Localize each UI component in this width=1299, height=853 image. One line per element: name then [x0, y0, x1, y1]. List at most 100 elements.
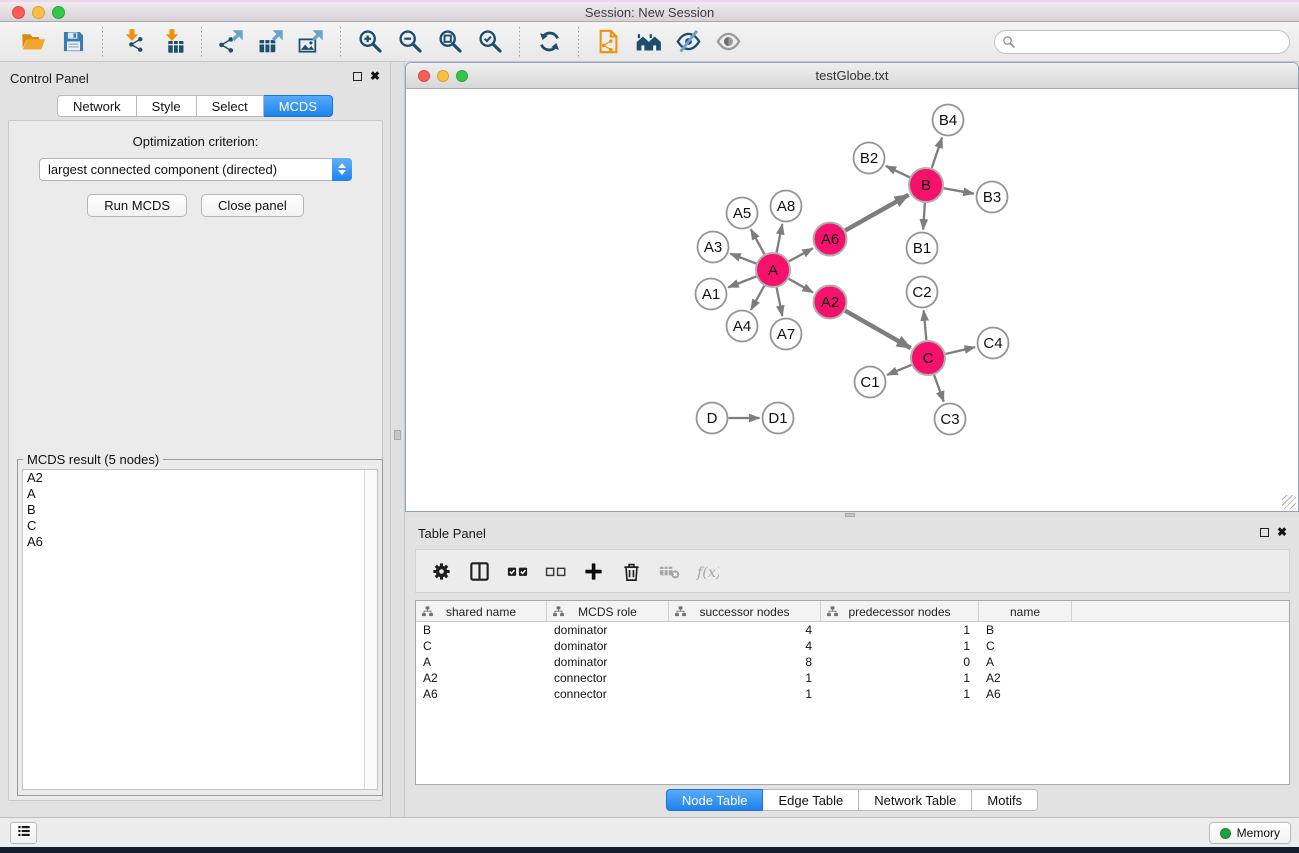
graph-edge-A-A3[interactable]: [730, 254, 756, 264]
graph-node-C1[interactable]: C1: [855, 367, 886, 398]
table-cell[interactable]: dominator: [547, 622, 669, 638]
graph-node-A4[interactable]: A4: [727, 311, 758, 342]
table-cell[interactable]: 1: [821, 622, 979, 638]
network-canvas[interactable]: B4B2BB3A8A5A6A3B1AA1C2A2A4A7C4CC1C3DD1: [406, 89, 1298, 511]
run-mcds-button[interactable]: Run MCDS: [87, 194, 187, 217]
graph-edge-A2-C[interactable]: [845, 311, 910, 348]
table-tab-node-table[interactable]: Node Table: [666, 789, 764, 811]
graph-node-A3[interactable]: A3: [698, 232, 729, 263]
graph-node-D[interactable]: D: [697, 403, 728, 434]
refresh-button[interactable]: [533, 26, 565, 58]
table-cell[interactable]: C: [416, 638, 547, 654]
table-cell[interactable]: C: [979, 638, 1072, 654]
tab-select[interactable]: Select: [197, 95, 264, 117]
table-row[interactable]: A2connector11A2: [416, 670, 1289, 686]
table-cell[interactable]: 1: [669, 686, 821, 702]
tab-style[interactable]: Style: [137, 95, 197, 117]
table-row[interactable]: Cdominator41C: [416, 638, 1289, 654]
resize-grip-icon[interactable]: [1282, 495, 1296, 509]
export-image-button[interactable]: [295, 26, 327, 58]
table-cell[interactable]: 4: [669, 638, 821, 654]
table-cell[interactable]: A2: [416, 670, 547, 686]
table-cell[interactable]: 1: [821, 686, 979, 702]
zoom-selected-button[interactable]: [474, 26, 506, 58]
graph-edge-A-A5[interactable]: [751, 229, 765, 254]
search-field[interactable]: [994, 30, 1290, 54]
graph-node-A1[interactable]: A1: [696, 279, 727, 310]
graph-node-B4[interactable]: B4: [933, 105, 964, 136]
table-row[interactable]: Adominator80A: [416, 654, 1289, 670]
zoom-fit-button[interactable]: [434, 26, 466, 58]
graph-node-B[interactable]: B: [909, 168, 943, 202]
table-cell[interactable]: 1: [821, 638, 979, 654]
table-cell[interactable]: B: [979, 622, 1072, 638]
table-cell[interactable]: dominator: [547, 654, 669, 670]
delete-button[interactable]: [618, 558, 644, 584]
table-cell[interactable]: A6: [416, 686, 547, 702]
table-cell[interactable]: 0: [821, 654, 979, 670]
import-table-button[interactable]: [156, 26, 188, 58]
graph-node-A2[interactable]: A2: [814, 286, 847, 319]
close-table-panel-icon[interactable]: ✖: [1277, 527, 1287, 537]
mcds-result-item[interactable]: A: [23, 486, 377, 502]
graph-node-C[interactable]: C: [911, 341, 945, 375]
graph-node-C3[interactable]: C3: [935, 404, 966, 435]
graph-edge-B-B1[interactable]: [923, 203, 925, 230]
search-input[interactable]: [1016, 33, 1289, 51]
graph-node-A[interactable]: A: [756, 253, 790, 287]
graph-node-D1[interactable]: D1: [763, 403, 794, 434]
float-table-panel-icon[interactable]: [1260, 528, 1269, 537]
table-cell[interactable]: 1: [669, 670, 821, 686]
tab-mcds[interactable]: MCDS: [264, 95, 333, 117]
close-panel-button[interactable]: Close panel: [201, 194, 304, 217]
column-header-shared-name[interactable]: shared name: [416, 601, 547, 622]
table-tab-network-table[interactable]: Network Table: [859, 789, 972, 811]
table-cell[interactable]: A: [979, 654, 1072, 670]
criterion-dropdown[interactable]: largest connected component (directed): [39, 158, 352, 181]
open-folder-button[interactable]: [17, 26, 49, 58]
table-tab-edge-table[interactable]: Edge Table: [763, 789, 859, 811]
table-cell[interactable]: A: [416, 654, 547, 670]
memory-button[interactable]: Memory: [1209, 822, 1291, 844]
graph-node-B2[interactable]: B2: [854, 143, 885, 174]
network-window-titlebar[interactable]: testGlobe.txt: [406, 63, 1298, 89]
zoom-in-button[interactable]: [354, 26, 386, 58]
graph-edge-C-C4[interactable]: [946, 347, 975, 354]
graph-edge-C-C3[interactable]: [934, 375, 944, 402]
table-cell[interactable]: 1: [821, 670, 979, 686]
share-document-button[interactable]: [592, 26, 624, 58]
graph-node-A6[interactable]: A6: [814, 223, 847, 256]
table-cell[interactable]: 8: [669, 654, 821, 670]
graph-edge-C-C1[interactable]: [887, 365, 911, 375]
column-header-name[interactable]: name: [979, 601, 1072, 622]
graph-node-A5[interactable]: A5: [727, 198, 758, 229]
mcds-result-item[interactable]: A6: [23, 534, 377, 550]
graph-node-C2[interactable]: C2: [907, 277, 938, 308]
graph-edge-A-A8[interactable]: [777, 224, 783, 252]
list-scrollbar[interactable]: [364, 470, 377, 789]
close-panel-icon[interactable]: ✖: [370, 71, 380, 81]
mcds-result-item[interactable]: A2: [23, 470, 377, 486]
table-row[interactable]: Bdominator41B: [416, 622, 1289, 638]
table-cell[interactable]: A2: [979, 670, 1072, 686]
table-tab-motifs[interactable]: Motifs: [972, 789, 1038, 811]
mcds-result-item[interactable]: B: [23, 502, 377, 518]
network-graph[interactable]: B4B2BB3A8A5A6A3B1AA1C2A2A4A7C4CC1C3DD1: [406, 89, 1298, 511]
show-graphics-button[interactable]: [712, 26, 744, 58]
select-all-button[interactable]: [504, 558, 530, 584]
home-button[interactable]: [632, 26, 664, 58]
mcds-result-item[interactable]: C: [23, 518, 377, 534]
zoom-out-button[interactable]: [394, 26, 426, 58]
graph-edge-A-A2[interactable]: [789, 279, 813, 293]
table-cell[interactable]: A6: [979, 686, 1072, 702]
unselect-all-button[interactable]: [542, 558, 568, 584]
add-button[interactable]: [580, 558, 606, 584]
column-header-predecessor-nodes[interactable]: predecessor nodes: [821, 601, 979, 622]
graph-edge-A-A7[interactable]: [777, 288, 783, 316]
table-cell[interactable]: B: [416, 622, 547, 638]
graph-edge-B-B2[interactable]: [886, 166, 910, 177]
graph-edge-A-A4[interactable]: [751, 286, 764, 310]
graph-edge-A-A1[interactable]: [728, 276, 756, 287]
graph-node-B1[interactable]: B1: [907, 233, 938, 264]
vertical-splitter[interactable]: [390, 62, 405, 817]
